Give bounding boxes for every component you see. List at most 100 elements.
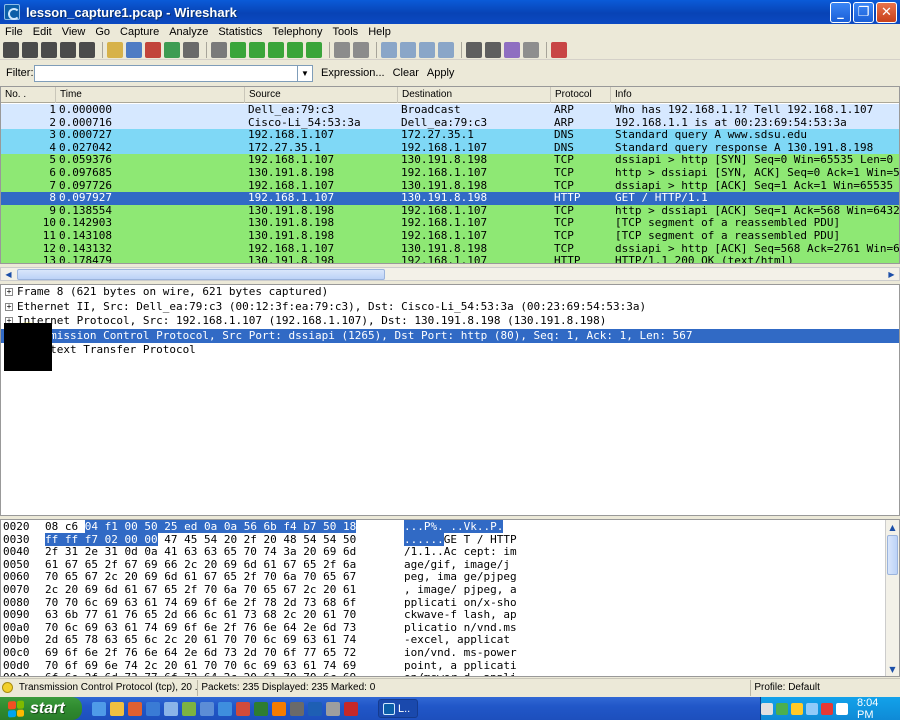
- column-header-4[interactable]: Protocol: [551, 87, 611, 103]
- go-first-icon[interactable]: [287, 41, 303, 58]
- zoom-out-icon[interactable]: [400, 41, 416, 58]
- column-header-0[interactable]: No. .: [1, 87, 56, 103]
- menu-statistics[interactable]: Statistics: [213, 26, 267, 38]
- quick-launch-app-icon[interactable]: [146, 701, 160, 716]
- go-back-icon[interactable]: [230, 41, 246, 58]
- packet-row[interactable]: 4 0.027042 172.27.35.1 192.168.1.107 DNS Stan…: [1, 141, 899, 155]
- stop-capture-icon[interactable]: [60, 41, 76, 58]
- capture-filters-icon[interactable]: [466, 41, 482, 58]
- hex-row[interactable]: 00d0 70 6f 69 6e 74 2c 20 61 70 70 6c 69 …: [1, 659, 899, 672]
- restart-capture-icon[interactable]: [79, 41, 95, 58]
- packet-row[interactable]: 7 0.097726 192.168.1.107 130.191.8.198 TCP ds…: [1, 179, 899, 193]
- detail-tree-item[interactable]: +Hypertext Transfer Protocol: [1, 343, 899, 358]
- reload-icon[interactable]: [164, 41, 180, 58]
- hex-row[interactable]: 0050 61 67 65 2f 67 69 66 2c 20 69 6d 61 …: [1, 558, 899, 571]
- auto-scroll-icon[interactable]: [353, 41, 369, 58]
- packet-row[interactable]: 1 0.000000 Dell_ea:79:c3 Broadcast ARP Who ha…: [1, 104, 899, 117]
- save-file-icon[interactable]: [126, 41, 142, 58]
- menu-help[interactable]: Help: [363, 26, 396, 38]
- menu-telephony[interactable]: Telephony: [267, 26, 327, 38]
- clear-button[interactable]: Clear: [393, 67, 419, 79]
- interface-list-icon[interactable]: [3, 41, 19, 58]
- hex-row[interactable]: 0060 70 65 67 2c 20 69 6d 61 67 65 2f 70 …: [1, 570, 899, 583]
- hex-row[interactable]: 0070 2c 20 69 6d 61 67 65 2f 70 6a 70 65 …: [1, 583, 899, 596]
- packet-row[interactable]: 8 0.097927 192.168.1.107 130.191.8.198 HTTP G…: [1, 192, 899, 205]
- go-to-packet-icon[interactable]: [268, 41, 284, 58]
- tray-notification-icon[interactable]: [821, 702, 833, 715]
- quick-launch-app-icon[interactable]: [326, 701, 340, 716]
- hex-row[interactable]: 00e0 6f 6e 2f 6d 73 77 6f 72 64 2c 20 61 …: [1, 671, 899, 676]
- detail-tree-item[interactable]: + Ethernet II, Src: Dell_ea:79:c3 (00:12:…: [1, 300, 899, 315]
- find-packet-icon[interactable]: [211, 41, 227, 58]
- scroll-right-icon[interactable]: ▶: [885, 268, 898, 280]
- detail-tree-item[interactable]: + Internet Protocol, Src: 192.168.1.107 (…: [1, 314, 899, 329]
- packet-row[interactable]: 2 0.000716 Cisco-Li_54:53:3a Dell_ea:79:c3 A…: [1, 116, 899, 130]
- tray-notification-icon[interactable]: [791, 702, 803, 715]
- packet-row[interactable]: 12 0.143132 192.168.1.107 130.191.8.198 TCP d…: [1, 242, 899, 256]
- quick-launch-app-icon[interactable]: [200, 701, 214, 716]
- print-icon[interactable]: [183, 41, 199, 58]
- quick-launch-app-icon[interactable]: [128, 701, 142, 716]
- scrollbar-thumb[interactable]: [17, 269, 385, 280]
- tray-notification-icon[interactable]: [761, 702, 773, 715]
- tray-notification-icon[interactable]: [836, 702, 848, 715]
- maximize-button[interactable]: ❐: [853, 2, 874, 23]
- packet-row[interactable]: 11 0.143108 130.191.8.198 192.168.1.107 TCP […: [1, 229, 899, 243]
- hex-row[interactable]: 0020 08 c6 04 f1 00 50 25 ed 0a 0a 56 6b …: [1, 520, 899, 533]
- scroll-up-icon[interactable]: ▲: [886, 521, 899, 533]
- hex-row[interactable]: 0030 ff ff f7 02 00 00 47 45 54 20 2f 20 …: [1, 532, 899, 546]
- preferences-icon[interactable]: [523, 41, 539, 58]
- hex-row[interactable]: 00c0 69 6f 6e 2f 76 6e 64 2e 6d 73 2d 70 …: [1, 646, 899, 659]
- minimize-button[interactable]: _: [830, 2, 851, 23]
- open-file-icon[interactable]: [107, 41, 123, 58]
- resize-columns-icon[interactable]: [438, 41, 454, 58]
- filter-input[interactable]: [34, 64, 298, 82]
- quick-launch-app-icon[interactable]: [272, 701, 286, 716]
- quick-launch-app-icon[interactable]: [218, 701, 232, 716]
- packet-row[interactable]: 13 0.178479 130.191.8.198 192.168.1.107 HTTP…: [1, 255, 899, 263]
- detail-tree-item[interactable]: + Frame 8 (621 bytes on wire, 621 bytes c…: [1, 285, 899, 300]
- packet-row[interactable]: 3 0.000727 192.168.1.107 172.27.35.1 DNS Stan…: [1, 129, 899, 142]
- menu-tools[interactable]: Tools: [328, 26, 364, 38]
- clock[interactable]: 8:04 PM: [857, 697, 892, 720]
- scrollbar-thumb[interactable]: [887, 535, 898, 575]
- colorize-icon[interactable]: [334, 41, 350, 58]
- hex-row[interactable]: 00a0 70 6c 69 63 61 74 69 6f 6e 2f 76 6e …: [1, 621, 899, 634]
- quick-launch-app-icon[interactable]: [182, 701, 196, 716]
- scroll-left-icon[interactable]: ◀: [2, 268, 15, 280]
- apply-button[interactable]: Apply: [427, 67, 455, 79]
- tray-notification-icon[interactable]: [806, 702, 818, 715]
- quick-launch-app-icon[interactable]: [92, 701, 106, 716]
- menu-view[interactable]: View: [57, 26, 91, 38]
- hex-row[interactable]: 0080 70 70 6c 69 63 61 74 69 6f 6e 2f 78 …: [1, 596, 899, 609]
- quick-launch-app-icon[interactable]: [164, 701, 178, 716]
- tray-notification-icon[interactable]: [776, 702, 788, 715]
- packet-row[interactable]: 10 0.142903 130.191.8.198 192.168.1.107 TCP […: [1, 217, 899, 230]
- status-profile[interactable]: Profile: Default: [751, 680, 900, 696]
- quick-launch-app-icon[interactable]: [290, 701, 304, 716]
- packet-row[interactable]: 5 0.059376 192.168.1.107 130.191.8.198 TCP ds…: [1, 154, 899, 167]
- hex-row[interactable]: 0040 2f 31 2e 31 0d 0a 41 63 63 65 70 74 …: [1, 545, 899, 558]
- normal-size-icon[interactable]: [419, 41, 435, 58]
- expression-button[interactable]: Expression...: [321, 67, 385, 79]
- taskbar-wireshark-button[interactable]: L..: [378, 699, 418, 718]
- expand-icon[interactable]: +: [5, 288, 13, 296]
- hex-row[interactable]: 0090 63 6b 77 61 76 65 2d 66 6c 61 73 68 …: [1, 608, 899, 621]
- quick-launch-app-icon[interactable]: [344, 701, 358, 716]
- menu-capture[interactable]: Capture: [115, 26, 164, 38]
- filter-dropdown-arrow-icon[interactable]: ▼: [298, 64, 313, 82]
- close-button[interactable]: ✕: [876, 2, 897, 23]
- capture-options-icon[interactable]: [22, 41, 38, 58]
- column-header-1[interactable]: Time: [56, 87, 245, 103]
- bytes-vertical-scrollbar[interactable]: ▲ ▼: [885, 520, 899, 676]
- packet-list-horizontal-scrollbar[interactable]: ◀ ▶: [0, 267, 900, 281]
- coloring-rules-icon[interactable]: [504, 41, 520, 58]
- detail-tree-item[interactable]: +Transmission Control Protocol, Src Port…: [1, 328, 899, 344]
- help-icon[interactable]: [551, 41, 567, 58]
- menu-go[interactable]: Go: [90, 26, 115, 38]
- expand-icon[interactable]: +: [5, 302, 13, 311]
- scroll-down-icon[interactable]: ▼: [886, 663, 899, 675]
- column-header-2[interactable]: Source: [245, 87, 398, 103]
- expert-info-led-icon[interactable]: [2, 682, 13, 693]
- menu-edit[interactable]: Edit: [28, 26, 57, 38]
